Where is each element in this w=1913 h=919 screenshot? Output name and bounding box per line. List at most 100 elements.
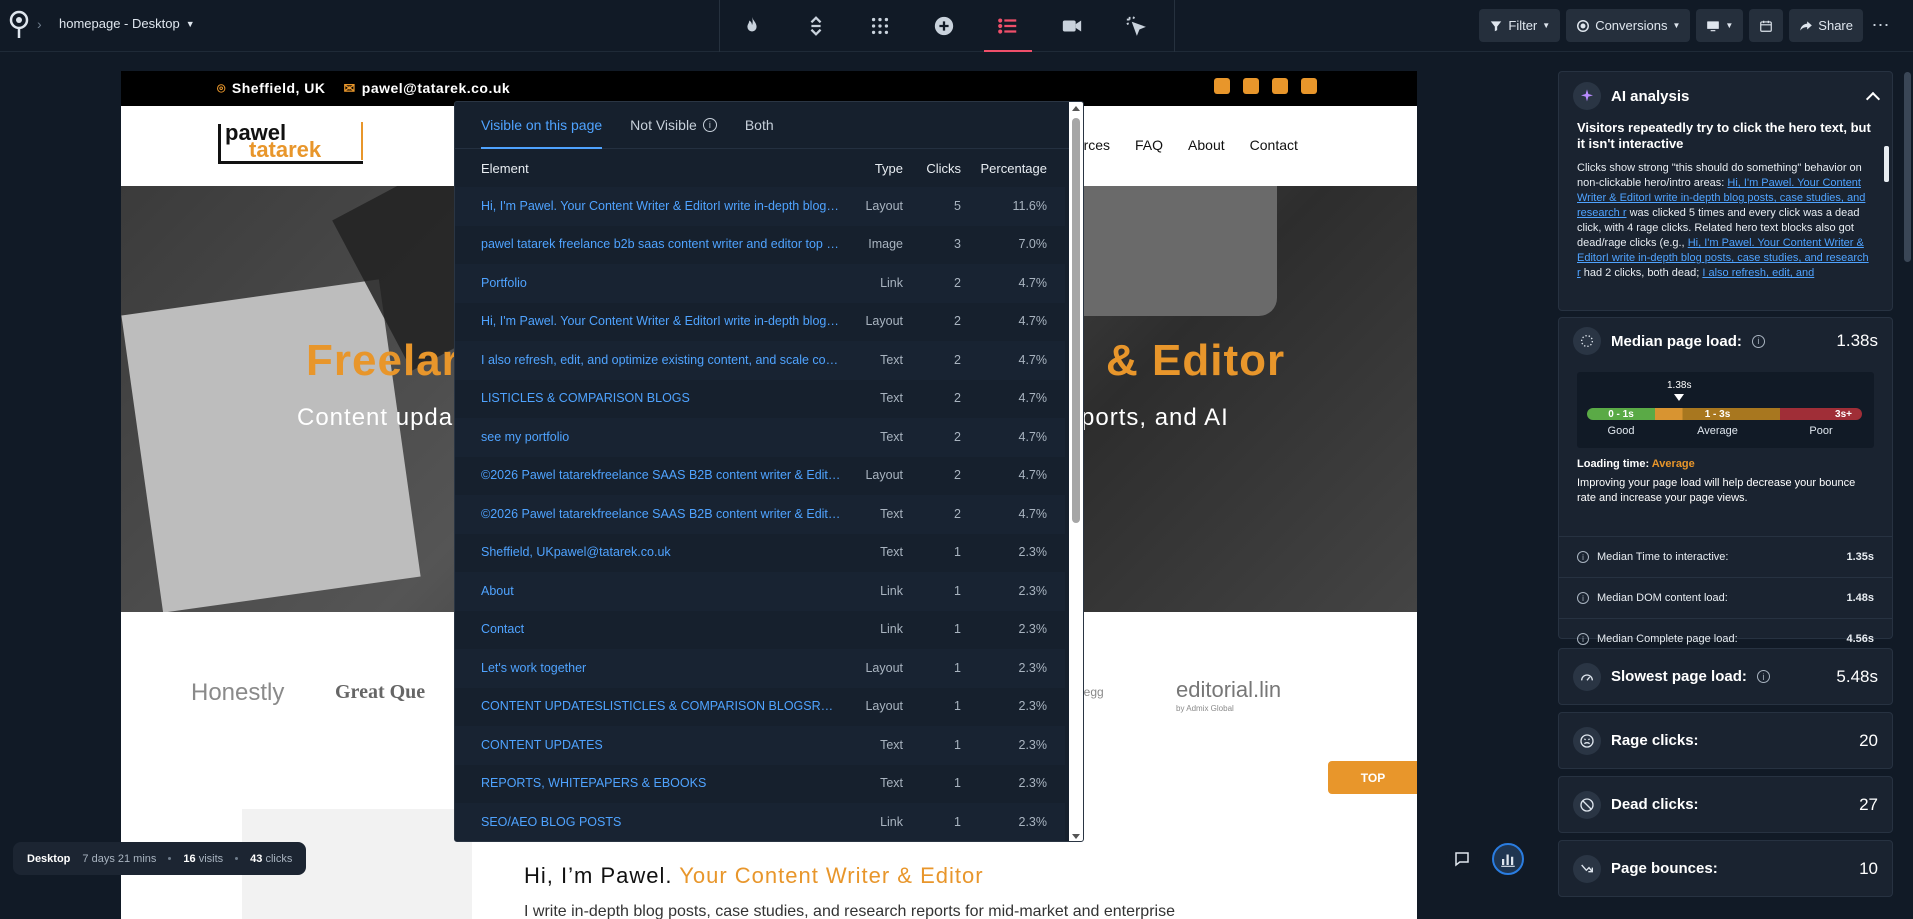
column-header-element[interactable]: Element xyxy=(481,161,851,176)
cell-element[interactable]: pawel tatarek freelance b2b saas content… xyxy=(481,237,851,251)
info-icon[interactable]: i xyxy=(1577,592,1589,604)
cell-element[interactable]: Hi, I'm Pawel. Your Content Writer & Edi… xyxy=(481,199,851,213)
linkedin-icon[interactable] xyxy=(1214,78,1230,94)
rage-clicks-header: Rage clicks: 20 xyxy=(1559,713,1892,768)
cell-element[interactable]: About xyxy=(481,584,851,598)
cell-type: Text xyxy=(880,776,903,791)
element-clicks-table: Element Type Clicks Percentage Hi, I'm P… xyxy=(455,149,1065,841)
analytics-button[interactable] xyxy=(1492,843,1524,875)
cell-element[interactable]: Contact xyxy=(481,622,851,636)
recordings-tool[interactable] xyxy=(1040,0,1104,52)
panel-scrollbar[interactable] xyxy=(1902,52,1913,919)
scrollbar-thumb[interactable] xyxy=(1904,72,1911,262)
table-row[interactable]: Hi, I'm Pawel. Your Content Writer & Edi… xyxy=(455,303,1065,342)
date-button[interactable] xyxy=(1749,9,1784,42)
cell-percentage: 7.0% xyxy=(1018,237,1048,252)
info-icon[interactable]: i xyxy=(1577,633,1589,645)
overlay-tool[interactable] xyxy=(912,0,976,52)
table-row[interactable]: I also refresh, edit, and optimize exist… xyxy=(455,341,1065,380)
tab-both[interactable]: Both xyxy=(745,102,774,149)
ai-element-link[interactable]: I also refresh, edit, and xyxy=(1702,267,1814,279)
cell-element[interactable]: Let's work together xyxy=(481,661,851,675)
info-icon[interactable]: i xyxy=(702,118,717,132)
cell-element[interactable]: ©2026 Pawel tatarekfreelance SAAS B2B co… xyxy=(481,507,851,521)
cell-percentage: 2.3% xyxy=(1018,660,1048,675)
back-to-top-button[interactable]: TOP xyxy=(1328,761,1417,794)
intro-paragraph: I write in-depth blog posts, case studie… xyxy=(524,903,1175,919)
tiktok-icon[interactable] xyxy=(1272,78,1288,94)
tab-label: Not Visible xyxy=(630,117,697,133)
cell-element[interactable]: ©2026 Pawel tatarekfreelance SAAS B2B co… xyxy=(481,468,851,482)
youtube-icon[interactable] xyxy=(1301,78,1317,94)
table-row[interactable]: LISTICLES & COMPARISON BLOGS Text 2 4.7% xyxy=(455,380,1065,419)
table-row[interactable]: About Link 1 2.3% xyxy=(455,572,1065,611)
device-button[interactable]: ▼ xyxy=(1696,9,1744,42)
scroll-down-icon[interactable] xyxy=(1072,834,1080,839)
popup-scrollbar[interactable] xyxy=(1069,102,1083,841)
tab-not-visible[interactable]: Not Visible i xyxy=(630,102,717,149)
site-menu-item[interactable]: Contact xyxy=(1250,137,1298,153)
table-row[interactable]: pawel tatarek freelance b2b saas content… xyxy=(455,226,1065,265)
table-row[interactable]: ©2026 Pawel tatarekfreelance SAAS B2B co… xyxy=(455,457,1065,496)
info-icon[interactable]: i xyxy=(1756,670,1770,683)
page-selector-dropdown[interactable]: homepage - Desktop ▼ xyxy=(59,16,195,31)
cell-element[interactable]: Sheffield, UKpawel@tatarek.co.uk xyxy=(481,545,851,559)
more-options-icon[interactable]: ⋯ xyxy=(1869,15,1893,36)
conversions-button[interactable]: Conversions ▼ xyxy=(1566,9,1691,42)
cell-element[interactable]: REPORTS, WHITEPAPERS & EBOOKS xyxy=(481,776,851,790)
table-row[interactable]: Portfolio Link 2 4.7% xyxy=(455,264,1065,303)
table-row[interactable]: see my portfolio Text 2 4.7% xyxy=(455,418,1065,457)
info-icon[interactable]: i xyxy=(1751,334,1765,348)
heatmap-tool[interactable] xyxy=(720,0,784,52)
gauge-segment-good: 0 - 1s xyxy=(1587,408,1655,420)
scrollmap-tool[interactable] xyxy=(784,0,848,52)
ai-analysis-header[interactable]: AI analysis xyxy=(1559,72,1892,120)
cell-clicks: 1 xyxy=(954,583,961,598)
ai-scrollbar[interactable] xyxy=(1884,132,1890,302)
table-row[interactable]: Sheffield, UKpawel@tatarek.co.uk Text 1 2.3… xyxy=(455,534,1065,573)
confetti-tool[interactable] xyxy=(848,0,912,52)
app-logo-icon[interactable] xyxy=(8,10,30,40)
share-button[interactable]: Share xyxy=(1789,9,1863,42)
column-header-percentage[interactable]: Percentage xyxy=(961,161,1048,176)
rage-clicks-title: Rage clicks: xyxy=(1611,732,1699,749)
cell-element[interactable]: CONTENT UPDATESLISTICLES & COMPARISON BL… xyxy=(481,699,851,713)
click-tool[interactable] xyxy=(1104,0,1168,52)
cell-element[interactable]: Hi, I'm Pawel. Your Content Writer & Edi… xyxy=(481,314,851,328)
table-row[interactable]: REPORTS, WHITEPAPERS & EBOOKS Text 1 2.3% xyxy=(455,765,1065,804)
scrollbar-thumb[interactable] xyxy=(1072,118,1080,523)
table-row[interactable]: CONTENT UPDATESLISTICLES & COMPARISON BL… xyxy=(455,688,1065,727)
table-row[interactable]: Let's work together Layout 1 2.3% xyxy=(455,649,1065,688)
cell-element[interactable]: see my portfolio xyxy=(481,430,851,444)
table-row[interactable]: SEO/AEO BLOG POSTS Link 1 2.3% xyxy=(455,803,1065,841)
visits-label: visits xyxy=(198,852,224,865)
page-bounces-card[interactable]: Page bounces: 10 xyxy=(1558,840,1893,897)
slowest-load-card: Slowest page load: i 5.48s xyxy=(1558,648,1893,705)
info-icon[interactable]: i xyxy=(1577,551,1589,563)
cell-element[interactable]: CONTENT UPDATES xyxy=(481,738,851,752)
site-logo[interactable]: pawel tatarek xyxy=(218,120,363,164)
dead-clicks-card[interactable]: Dead clicks: 27 xyxy=(1558,776,1893,833)
cell-element[interactable]: SEO/AEO BLOG POSTS xyxy=(481,815,851,829)
table-row[interactable]: Contact Link 1 2.3% xyxy=(455,611,1065,650)
instagram-icon[interactable] xyxy=(1243,78,1259,94)
cell-element[interactable]: Portfolio xyxy=(481,276,851,290)
cell-element[interactable]: LISTICLES & COMPARISON BLOGS xyxy=(481,391,851,405)
list-tool[interactable] xyxy=(976,0,1040,52)
metric-label: Median Complete page load: xyxy=(1597,633,1738,645)
scroll-up-icon[interactable] xyxy=(1072,106,1080,111)
table-row[interactable]: Hi, I'm Pawel. Your Content Writer & Edi… xyxy=(455,187,1065,226)
column-header-type[interactable]: Type xyxy=(851,161,903,176)
site-menu-item[interactable]: FAQ xyxy=(1135,137,1163,153)
table-row[interactable]: CONTENT UPDATES Text 1 2.3% xyxy=(455,726,1065,765)
comments-button[interactable] xyxy=(1446,843,1478,875)
cell-element[interactable]: I also refresh, edit, and optimize exist… xyxy=(481,353,851,367)
scrollbar-thumb[interactable] xyxy=(1884,146,1889,182)
site-menu-item[interactable]: About xyxy=(1188,137,1225,153)
rage-clicks-card[interactable]: Rage clicks: 20 xyxy=(1558,712,1893,769)
chevron-up-icon[interactable] xyxy=(1865,91,1881,107)
filter-button[interactable]: Filter ▼ xyxy=(1479,9,1561,42)
table-row[interactable]: ©2026 Pawel tatarekfreelance SAAS B2B co… xyxy=(455,495,1065,534)
column-header-clicks[interactable]: Clicks xyxy=(903,161,961,176)
tab-visible-on-page[interactable]: Visible on this page xyxy=(481,102,603,149)
